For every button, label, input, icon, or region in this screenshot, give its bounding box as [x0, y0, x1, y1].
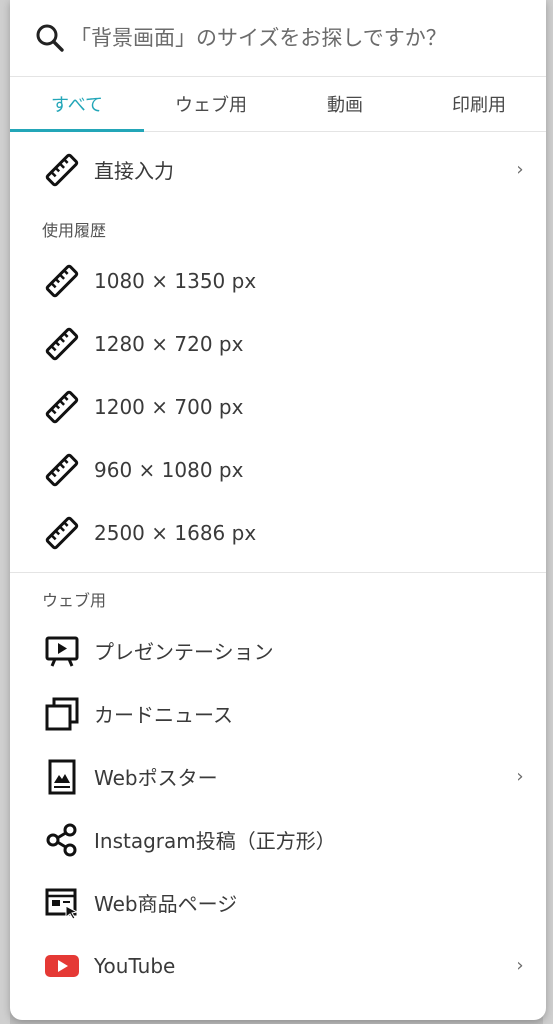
tab-print[interactable]: 印刷用 [412, 77, 546, 131]
ruler-icon [42, 450, 82, 490]
search-bar [10, 0, 546, 76]
youtube-icon [42, 946, 82, 986]
web-section-title: ウェブ用 [42, 591, 107, 610]
web-item-presentation[interactable]: プレゼンテーション [10, 619, 546, 682]
web-item-label: Web商品ページ [94, 892, 238, 916]
history-item[interactable]: 960 × 1080 px [10, 438, 546, 501]
web-item-youtube[interactable]: YouTube › [10, 934, 546, 997]
history-section-title: 使用履歴 [42, 221, 107, 240]
web-item-product-page[interactable]: Web商品ページ [10, 871, 546, 934]
direct-input-label: 直接入力 [94, 159, 174, 183]
tab-video[interactable]: 動画 [278, 77, 412, 131]
size-picker-dropdown: すべて ウェブ用 動画 印刷用 直接入力 › 使用履歴 1080 × 1350 … [10, 0, 546, 1020]
share-icon [42, 820, 82, 860]
search-icon [36, 24, 64, 52]
history-item-label: 1080 × 1350 px [94, 268, 257, 293]
history-item-label: 960 × 1080 px [94, 457, 244, 482]
tab-all[interactable]: すべて [10, 77, 144, 132]
web-item-label: Instagram投稿（正方形） [94, 829, 336, 853]
ruler-icon [42, 387, 82, 427]
history-item[interactable]: 1200 × 700 px [10, 375, 546, 438]
history-item[interactable]: 1080 × 1350 px [10, 249, 546, 312]
web-item-card-news[interactable]: カードニュース [10, 682, 546, 745]
ruler-icon [42, 261, 82, 301]
tab-bar: すべて ウェブ用 動画 印刷用 [10, 76, 546, 132]
web-item-label: YouTube [94, 953, 176, 978]
history-item[interactable]: 1280 × 720 px [10, 312, 546, 375]
search-input[interactable] [70, 26, 540, 50]
history-item-label: 1280 × 720 px [94, 331, 244, 356]
tab-web[interactable]: ウェブ用 [144, 77, 278, 131]
web-item-instagram-square[interactable]: Instagram投稿（正方形） [10, 808, 546, 871]
section-divider [10, 572, 546, 573]
history-item[interactable]: 2500 × 1686 px [10, 501, 546, 564]
history-item-label: 1200 × 700 px [94, 394, 244, 419]
web-page-icon [42, 883, 82, 923]
chevron-right-icon: › [516, 766, 524, 787]
chevron-right-icon: › [516, 159, 524, 180]
web-item-label: Webポスター [94, 766, 218, 790]
card-news-icon [42, 694, 82, 734]
web-item-poster[interactable]: Webポスター › [10, 745, 546, 808]
poster-icon [42, 757, 82, 797]
ruler-icon [42, 513, 82, 553]
chevron-right-icon: › [516, 955, 524, 976]
web-item-label: プレゼンテーション [94, 640, 274, 664]
ruler-icon [42, 150, 82, 190]
direct-input-item[interactable]: 直接入力 › [10, 138, 546, 201]
presentation-icon [42, 631, 82, 671]
history-item-label: 2500 × 1686 px [94, 520, 257, 545]
web-item-label: カードニュース [94, 703, 233, 727]
ruler-icon [42, 324, 82, 364]
